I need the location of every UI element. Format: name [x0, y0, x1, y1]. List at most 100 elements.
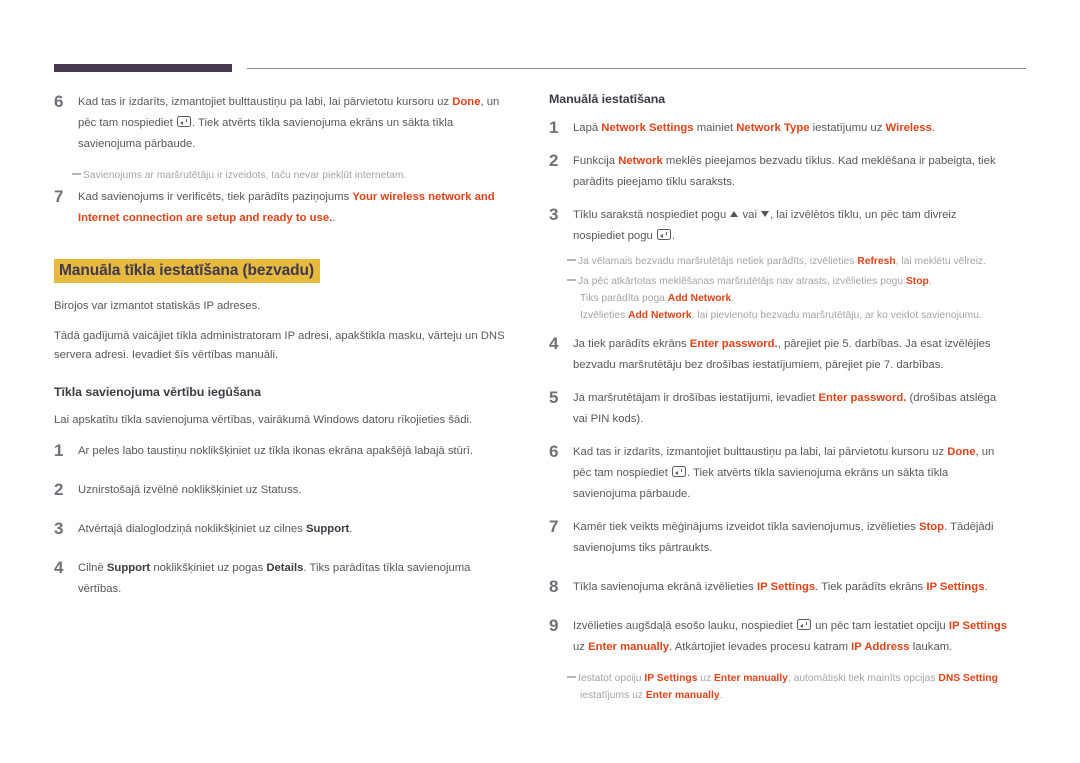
right-step-8: 8 Tīkla savienojuma ekrānā izvēlieties I…	[549, 577, 1009, 598]
bold-term-support: Support	[305, 523, 350, 535]
step-number: 3	[549, 205, 559, 224]
right-note-2: Ja pēc atkārtotas meklēšanas maršrutētāj…	[567, 273, 1009, 324]
header-rule	[54, 64, 1026, 74]
right-step-6: 6 Kad tas ir izdarīts, izmantojiet bultt…	[549, 442, 1009, 505]
left-step-6: 6 Kad tas ir izdarīts, izmantojiet bultt…	[54, 92, 514, 155]
note-subline-1: Tiks parādīta poga Add Network.	[578, 290, 1009, 307]
step-number: 7	[54, 187, 64, 206]
right-step-9: 9 Izvēlieties augšdaļā esošo lauku, nosp…	[549, 616, 1009, 658]
step-number: 9	[549, 616, 559, 635]
right-step-5: 5 Ja maršrutētājam ir drošības iestatīju…	[549, 388, 1009, 430]
step-text-part: un pēc tam iestatiet opciju	[811, 620, 949, 632]
paragraph-static-ip: Birojos var izmantot statiskās IP adrese…	[54, 300, 261, 312]
step-text-part: Kad tas ir izdarīts, izmantojiet bulttau…	[78, 96, 453, 108]
accent-term-done: Done	[947, 446, 976, 458]
step-text-part: Tīkla savienojuma ekrānā izvēlieties	[573, 581, 757, 593]
accent-term-refresh: Refresh	[857, 256, 896, 267]
accent-term-stop: Stop	[918, 521, 945, 533]
note-text-part: , automātiski tiek mainīts opcijas	[787, 673, 939, 684]
note-text-part: Ja vēlamais bezvadu maršrutētājs netiek …	[578, 256, 858, 267]
step-text: Kad tas ir izdarīts, izmantojiet bulttau…	[573, 442, 1009, 505]
paragraph-windows-steps: Lai apskatītu tīkla savienojuma vērtības…	[54, 414, 473, 426]
accent-term-enter-password: Enter password.	[689, 338, 778, 350]
step-text-part: . Atkārtojiet ievades procesu katram	[669, 641, 852, 653]
heading-get-network-values: Tīkla savienojuma vērtību iegūšana	[54, 385, 261, 399]
note-subline-1: iestatījums uz Enter manually.	[578, 687, 1009, 704]
step-text-part: uz	[573, 641, 589, 653]
step-text-part: iestatījumu uz	[809, 122, 886, 134]
accent-term-stop: Stop	[905, 276, 929, 287]
accent-term-dns-setting: DNS Setting	[938, 673, 998, 684]
accent-term-enter-manually: Enter manually	[645, 690, 720, 701]
step-number: 8	[549, 577, 559, 596]
note-text-part: Iestatot opciju	[578, 673, 645, 684]
note-text: Ja vēlamais bezvadu maršrutētājs netiek …	[578, 253, 1009, 270]
left-note-1: Savienojums ar maršrutētāju ir izveidots…	[72, 167, 514, 184]
step-text: Kamēr tiek veikts mēģinājums izveidot tī…	[573, 517, 1009, 559]
step-number: 3	[54, 519, 64, 538]
header-thin-line	[247, 68, 1026, 69]
step-text: Kad savienojums ir verificēts, tiek parā…	[78, 187, 514, 229]
step-number: 4	[54, 558, 64, 577]
step-text: Izvēlieties augšdaļā esošo lauku, nospie…	[573, 616, 1009, 658]
step-text-part: noklikšķiniet uz pogas	[150, 562, 267, 574]
step-number: 5	[549, 388, 559, 407]
accent-term-enter-manually: Enter manually	[588, 641, 670, 653]
accent-term-enter-password: Enter password.	[818, 392, 907, 404]
note-text: Iestatot opciju IP Settings uz Enter man…	[578, 670, 1009, 704]
accent-term-ip-settings: IP Settings	[756, 581, 816, 593]
left-step-2: 2 Uznirstošajā izvēlnē noklikšķiniet uz …	[54, 480, 514, 501]
step-text-part: Ja tiek parādīts ekrāns	[573, 338, 690, 350]
step-text: Kad tas ir izdarīts, izmantojiet bulttau…	[78, 92, 514, 155]
step-text: Cilnē Support noklikšķiniet uz pogas Det…	[78, 558, 514, 600]
step-number: 2	[54, 480, 64, 499]
step-number: 1	[54, 441, 64, 460]
accent-term-ip-settings: IP Settings	[644, 673, 698, 684]
step-text-part: Tīklu sarakstā nospiediet pogu	[573, 209, 730, 221]
step-text-part: Lapā	[573, 122, 602, 134]
enter-key-icon	[176, 116, 191, 127]
note-dash-icon	[567, 273, 578, 290]
left-step-7: 7 Kad savienojums ir verificēts, tiek pa…	[54, 187, 514, 229]
step-text: Lapā Network Settings mainiet Network Ty…	[573, 118, 1009, 139]
note-text-part: .	[731, 293, 735, 304]
step-text: Ja maršrutētājam ir drošības iestatījumi…	[573, 388, 1009, 430]
note-dash-icon	[72, 167, 83, 184]
note-text: Savienojums ar maršrutētāju ir izveidots…	[83, 170, 407, 181]
note-text-part: uz	[697, 673, 715, 684]
step-text-part: .	[349, 523, 353, 535]
enter-key-icon	[796, 619, 811, 630]
step-text-part: .	[671, 230, 676, 242]
accent-term-add-network: Add Network	[667, 293, 732, 304]
right-step-2: 2 Funkcija Network meklēs pieejamos bezv…	[549, 151, 1009, 193]
step-text-part: Cilnē	[78, 562, 107, 574]
accent-term-add-network: Add Network	[628, 310, 692, 321]
step-text: Atvērtajā dialoglodziņā noklikšķiniet uz…	[78, 519, 514, 540]
right-step-1: 1 Lapā Network Settings mainiet Network …	[549, 118, 1009, 139]
bold-term-details: Details	[266, 562, 304, 574]
step-text-part: laukam.	[909, 641, 953, 653]
step-text-part: vai	[739, 209, 761, 221]
heading-manual-setup: Manuālā iestatīšana	[549, 92, 666, 106]
accent-term-network-type: Network Type	[736, 122, 810, 134]
note-dash-icon	[567, 670, 578, 687]
step-text-part: Atvērtajā dialoglodziņā noklikšķiniet uz…	[78, 523, 306, 535]
accent-term-ip-address: IP Address	[851, 641, 910, 653]
step-text-part: Funkcija	[573, 155, 619, 167]
note-text-part: , lai meklētu vēlreiz.	[895, 256, 987, 267]
step-number: 2	[549, 151, 559, 170]
enter-key-icon	[671, 466, 686, 477]
step-number: 4	[549, 334, 559, 353]
step-text-part: .	[332, 212, 336, 224]
right-step-7: 7 Kamēr tiek veikts mēģinājums izveidot …	[549, 517, 1009, 559]
note-text-part: , lai pievienotu bezvadu maršrutētāju, a…	[691, 310, 982, 321]
step-number: 6	[549, 442, 559, 461]
note-subline-2: Izvēlieties Add Network, lai pievienotu …	[578, 307, 1009, 324]
document-page: 6 Kad tas ir izdarīts, izmantojiet bultt…	[0, 0, 1080, 763]
step-text: Tīklu sarakstā nospiediet pogu vai , lai…	[573, 205, 1009, 247]
step-number: 7	[549, 517, 559, 536]
accent-term-done: Done	[452, 96, 481, 108]
note-dash-icon	[567, 253, 578, 270]
accent-term-wireless: Wireless	[885, 122, 932, 134]
step-text-part: Ja maršrutētājam ir drošības iestatījumi…	[573, 392, 819, 404]
